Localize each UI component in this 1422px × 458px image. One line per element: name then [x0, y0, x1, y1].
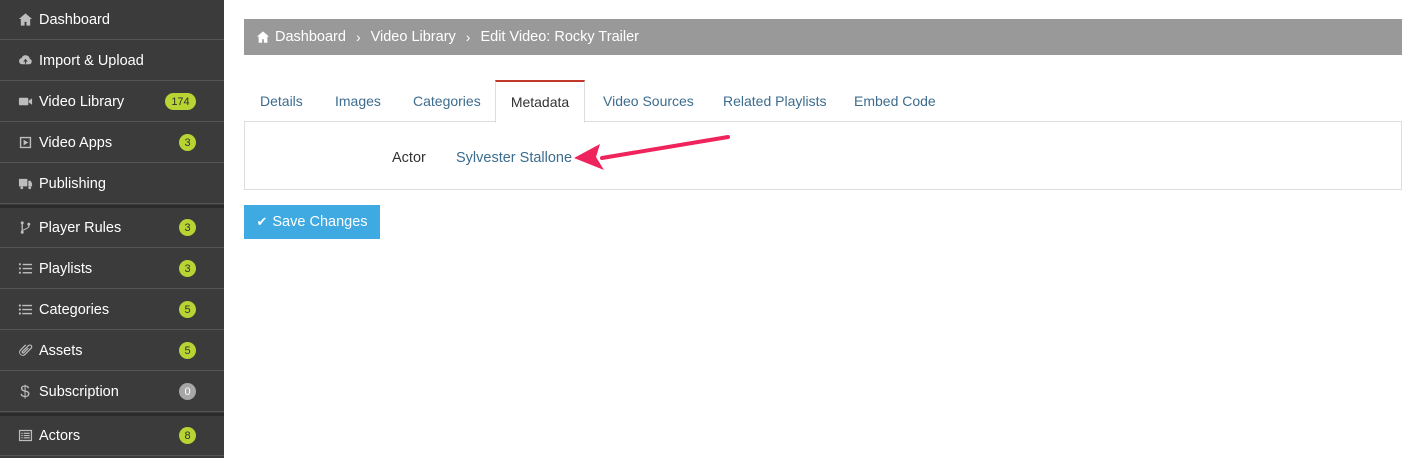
- sidebar-item-dashboard[interactable]: Dashboard: [0, 0, 224, 40]
- list-icon: [16, 301, 34, 319]
- tab-embed-code[interactable]: Embed Code: [854, 80, 936, 122]
- play-square-icon: [16, 134, 34, 152]
- sidebar-item-publishing[interactable]: Publishing: [0, 164, 224, 204]
- count-badge: 3: [179, 260, 196, 277]
- home-icon: [16, 11, 34, 29]
- sidebar-item-label: Publishing: [39, 175, 106, 192]
- sidebar-item-label: Video Apps: [39, 134, 113, 151]
- actor-field-label: Actor: [392, 150, 426, 166]
- checkmark-icon: ✔: [256, 214, 268, 229]
- sidebar-item-label: Video Library: [39, 93, 125, 110]
- list-ordered-icon: [16, 260, 34, 278]
- branch-icon: [16, 219, 34, 237]
- breadcrumb-item-video-library[interactable]: Video Library: [371, 29, 456, 45]
- sidebar-item-label: Subscription: [39, 383, 119, 400]
- sidebar-item-label: Assets: [39, 342, 83, 359]
- video-camera-icon: [16, 93, 34, 111]
- truck-icon: [16, 175, 34, 193]
- tab-categories[interactable]: Categories: [413, 80, 481, 122]
- breadcrumb-item-dashboard[interactable]: Dashboard: [275, 29, 346, 45]
- save-changes-label: Save Changes: [272, 214, 368, 230]
- actor-field-value[interactable]: Sylvester Stallone: [456, 150, 572, 166]
- tab-metadata[interactable]: Metadata: [495, 80, 585, 123]
- count-badge: 5: [179, 301, 196, 318]
- count-badge: 3: [179, 219, 196, 236]
- dollar-icon: $: [20, 381, 30, 401]
- sidebar-item-label: Actors: [39, 427, 81, 444]
- sidebar-item-label: Import & Upload: [39, 52, 144, 69]
- tab-related-playlists[interactable]: Related Playlists: [723, 80, 827, 122]
- count-badge: 5: [179, 342, 196, 359]
- tab-images[interactable]: Images: [335, 80, 381, 122]
- sidebar-item-label: Dashboard: [39, 11, 110, 28]
- count-badge: 0: [179, 383, 196, 400]
- breadcrumb-separator: ›: [465, 29, 471, 45]
- sidebar-item-label: Playlists: [39, 260, 93, 277]
- annotation-arrow-icon: [574, 135, 730, 170]
- sidebar-item-assets[interactable]: Assets 5: [0, 331, 224, 371]
- breadcrumb-separator: ›: [355, 29, 361, 45]
- sidebar-item-subscription[interactable]: $ Subscription 0: [0, 372, 224, 412]
- tab-video-sources[interactable]: Video Sources: [603, 80, 694, 122]
- sidebar-item-video-apps[interactable]: Video Apps 3: [0, 123, 224, 163]
- tab-bar: Details Images Categories Metadata Video…: [244, 80, 1402, 123]
- count-badge: 174: [165, 93, 196, 110]
- save-changes-button[interactable]: ✔ Save Changes: [244, 205, 380, 239]
- sidebar-item-video-library[interactable]: Video Library 174: [0, 82, 224, 122]
- metadata-panel: Actor Sylvester Stallone: [244, 121, 1402, 190]
- tab-details[interactable]: Details: [260, 80, 303, 122]
- count-badge: 8: [179, 427, 196, 444]
- sidebar-item-categories[interactable]: Categories 5: [0, 290, 224, 330]
- sidebar-item-label: Player Rules: [39, 219, 122, 236]
- count-badge: 3: [179, 134, 196, 151]
- sidebar-item-label: Categories: [39, 301, 110, 318]
- sidebar-item-player-rules[interactable]: Player Rules 3: [0, 208, 224, 248]
- breadcrumb-item-current: Edit Video: Rocky Trailer: [480, 29, 639, 45]
- sidebar-item-actors[interactable]: Actors 8: [0, 416, 224, 456]
- breadcrumb: Dashboard › Video Library › Edit Video: …: [244, 19, 1402, 55]
- cloud-upload-icon: [16, 52, 34, 70]
- paperclip-icon: [16, 342, 34, 360]
- sidebar: Dashboard Import & Upload Video Library …: [0, 0, 224, 458]
- list-alt-icon: [16, 427, 34, 445]
- sidebar-item-playlists[interactable]: Playlists 3: [0, 249, 224, 289]
- home-icon: [256, 30, 270, 44]
- sidebar-item-import-upload[interactable]: Import & Upload: [0, 41, 224, 81]
